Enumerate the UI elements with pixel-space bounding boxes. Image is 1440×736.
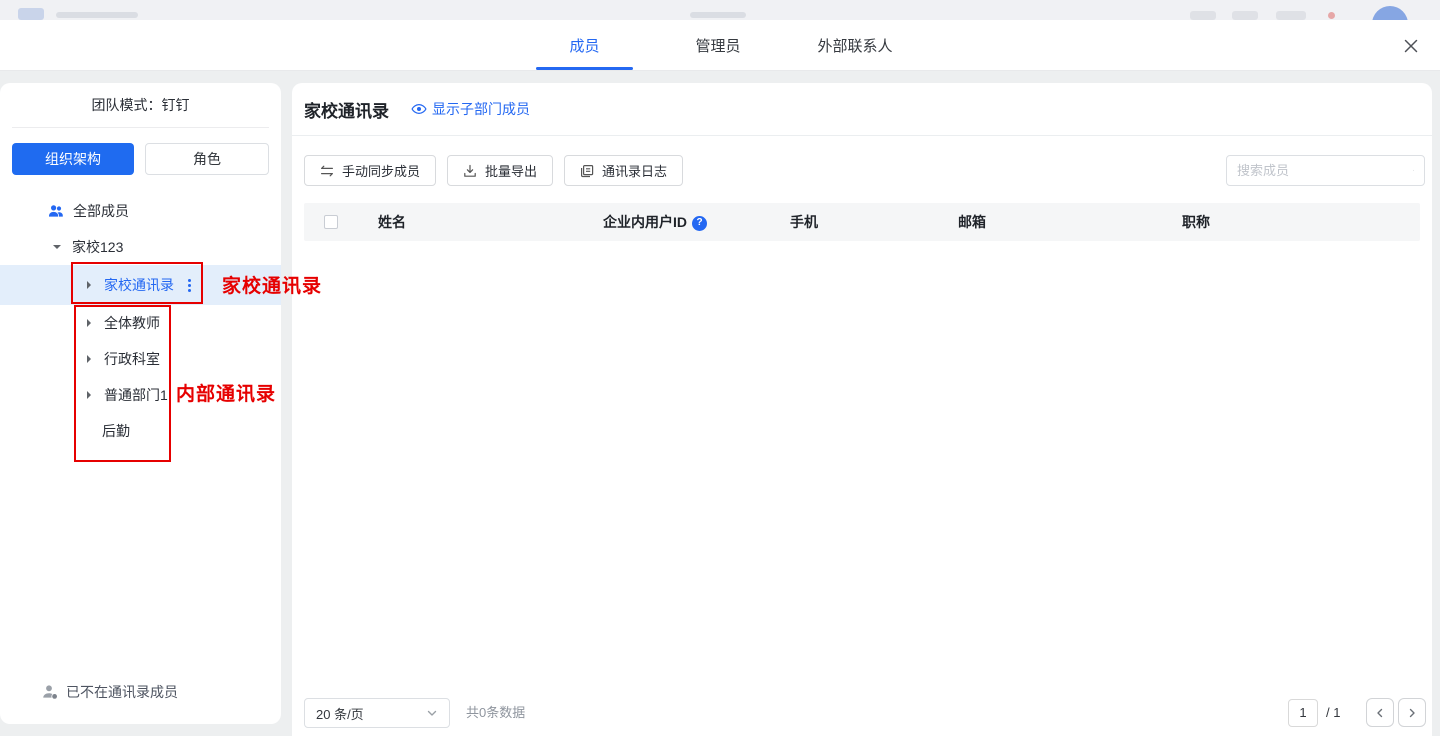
column-header-title: 职称 [1182,203,1210,241]
tree-item-label: 家校通讯录 [104,275,174,295]
modal-tabbar: 成员 管理员 外部联系人 [0,20,1440,71]
tree-item-normal-dept1[interactable]: 普通部门1 [0,377,281,413]
prev-page-button[interactable] [1366,698,1394,727]
page-size-select[interactable]: 20 条/页 [304,698,450,728]
eye-icon [411,101,427,117]
sidebar-toggle-buttons: 组织架构 角色 [12,143,269,175]
contact-log-button[interactable]: 通讯录日志 [564,155,683,186]
background-icon-remnant [1190,11,1216,20]
tree-item-label: 后勤 [102,421,130,441]
person-removed-icon [42,684,58,700]
page-size-value: 20 条/页 [316,704,364,723]
org-structure-button[interactable]: 组织架构 [12,143,134,175]
tree-item-label: 家校123 [72,237,123,257]
show-sub-departments-link[interactable]: 显示子部门成员 [411,99,530,119]
not-in-contacts-label: 已不在通讯录成员 [66,682,178,702]
modal-body: 团队模式：钉钉 组织架构 角色 全部成员 家校123 [0,71,1440,736]
org-tree: 全部成员 家校123 家校通讯录 全体教师 [0,193,281,449]
total-count-label: 共0条数据 [466,698,525,728]
export-icon [463,164,477,178]
search-input[interactable] [1237,163,1413,178]
chevron-right-icon [1406,707,1418,719]
column-header-user-id: 企业内用户ID? [603,203,707,241]
table-header-row: 姓名 企业内用户ID? 手机 邮箱 职称 [304,203,1420,241]
tree-item-label: 普通部门1 [104,385,168,405]
column-header-mobile: 手机 [790,203,818,241]
background-avatar-remnant [1372,6,1408,20]
caret-right-icon[interactable] [84,390,94,400]
close-icon [1403,38,1419,54]
panel-title: 家校通讯录 [304,97,389,122]
tree-item-label: 全部成员 [73,201,129,221]
group-icon [48,203,64,219]
caret-right-icon[interactable] [84,318,94,328]
team-mode-label: 团队模式：钉钉 [12,83,269,128]
manual-sync-label: 手动同步成员 [342,161,420,180]
batch-export-button[interactable]: 批量导出 [447,155,553,186]
background-text-remnant [56,12,138,18]
manual-sync-button[interactable]: 手动同步成员 [304,155,436,186]
tree-item-label: 行政科室 [104,349,160,369]
background-logo [18,8,44,20]
select-all-checkbox[interactable] [324,215,338,229]
sync-icon [320,164,334,178]
tree-item-root-org[interactable]: 家校123 [0,229,281,265]
column-header-email: 邮箱 [958,203,986,241]
tab-admins[interactable]: 管理员 [664,20,772,70]
members-panel: 家校通讯录 显示子部门成员 手动同步成员 批量导出 通讯录日志 [292,83,1432,736]
contact-log-label: 通讯录日志 [602,161,667,180]
batch-export-label: 批量导出 [485,161,537,180]
tree-item-admin-office[interactable]: 行政科室 [0,341,281,377]
current-page-input[interactable]: 1 [1288,699,1318,727]
role-button[interactable]: 角色 [145,143,269,175]
background-page-strip [0,0,1440,20]
search-icon[interactable] [1413,163,1414,178]
tab-members[interactable]: 成员 [536,20,633,70]
background-dot-remnant [1328,12,1335,19]
close-button[interactable] [1398,33,1424,59]
column-header-name: 姓名 [378,203,406,241]
next-page-button[interactable] [1398,698,1426,727]
log-icon [580,164,594,178]
show-sub-departments-label: 显示子部门成员 [432,99,530,119]
total-pages-label: / 1 [1326,699,1340,727]
tree-item-logistics[interactable]: 后勤 [0,413,281,449]
org-sidebar: 团队模式：钉钉 组织架构 角色 全部成员 家校123 [0,83,281,724]
help-icon[interactable]: ? [692,216,707,231]
caret-down-icon[interactable] [52,242,62,252]
caret-right-icon[interactable] [84,354,94,364]
background-text-remnant [690,12,746,18]
not-in-contacts-link[interactable]: 已不在通讯录成员 [42,681,178,703]
tab-external-contacts[interactable]: 外部联系人 [798,20,912,70]
tree-item-all-teachers[interactable]: 全体教师 [0,305,281,341]
tree-item-label: 全体教师 [104,313,160,333]
chevron-down-icon [426,707,438,719]
panel-header: 家校通讯录 显示子部门成员 [292,83,1432,136]
more-actions-icon[interactable] [188,279,191,292]
chevron-left-icon [1374,707,1386,719]
background-icon-remnant [1276,11,1306,20]
tree-item-home-school-contacts[interactable]: 家校通讯录 [0,265,281,305]
tree-item-all-members[interactable]: 全部成员 [0,193,281,229]
search-box [1226,155,1425,186]
background-icon-remnant [1232,11,1258,20]
toolbar: 手动同步成员 批量导出 通讯录日志 [304,155,683,186]
active-tab-underline [536,67,633,70]
caret-right-icon[interactable] [84,280,94,290]
